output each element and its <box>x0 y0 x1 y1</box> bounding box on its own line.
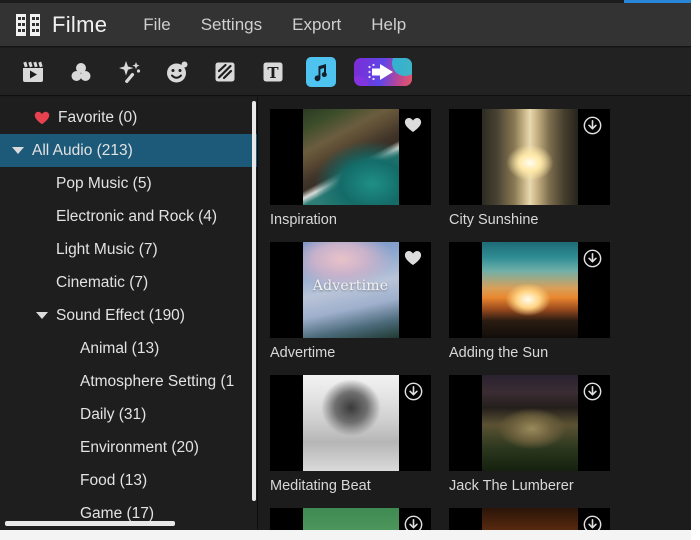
thumbnail-artwork <box>303 508 399 530</box>
audio-card-title: Meditating Beat <box>270 478 431 494</box>
audio-card-thumbnail[interactable] <box>270 508 431 530</box>
stickers-icon[interactable] <box>162 57 192 87</box>
favorite-heart-icon[interactable] <box>403 115 423 135</box>
sidebar-item-atmosphere-setting[interactable]: Atmosphere Setting (1 <box>0 365 257 398</box>
download-icon[interactable] <box>582 381 602 401</box>
sidebar-item-label: Daily (31) <box>80 406 146 424</box>
sidebar-item-animal[interactable]: Animal (13) <box>0 332 257 365</box>
window-right-edge <box>691 0 700 540</box>
audio-card-title: Adding the Sun <box>449 345 610 361</box>
download-icon[interactable] <box>582 115 602 135</box>
audio-card[interactable]: City Sunshine <box>449 109 610 228</box>
audio-card[interactable]: Meditating Beat <box>270 375 431 494</box>
audio-card-title: Jack The Lumberer <box>449 478 610 494</box>
filters-icon[interactable] <box>66 57 96 87</box>
download-icon[interactable] <box>403 381 423 401</box>
audio-card-title: City Sunshine <box>449 212 610 228</box>
audio-grid-panel[interactable]: Inspiration City Sun <box>258 97 691 530</box>
thumbnail-artwork <box>482 508 578 530</box>
audio-card-title: Inspiration <box>270 212 431 228</box>
menu-item-file[interactable]: File <box>143 15 170 35</box>
svg-text:T: T <box>267 64 279 82</box>
main-toolbar: T <box>0 48 691 96</box>
heart-icon <box>34 110 50 126</box>
audio-card-thumbnail[interactable] <box>449 375 610 471</box>
audio-card-thumbnail[interactable] <box>270 375 431 471</box>
audio-icon[interactable] <box>306 57 336 87</box>
thumbnail-artwork <box>303 375 399 471</box>
window-bottom-edge <box>0 530 700 540</box>
text-icon[interactable]: T <box>258 57 288 87</box>
audio-card[interactable]: Inspiration <box>270 109 431 228</box>
download-icon[interactable] <box>582 248 602 268</box>
sidebar-item-pop-music[interactable]: Pop Music (5) <box>0 167 257 200</box>
sidebar-item-label: All Audio (213) <box>32 142 133 160</box>
category-tree: Favorite (0) All Audio (213) Pop Music (… <box>0 97 257 530</box>
sidebar-item-food[interactable]: Food (13) <box>0 464 257 497</box>
audio-card[interactable]: Adding the Sun <box>449 242 610 361</box>
favorite-heart-icon[interactable] <box>403 248 423 268</box>
chevron-down-icon[interactable] <box>36 310 48 322</box>
audio-card-title: Advertime <box>270 345 431 361</box>
sidebar-item-all-audio[interactable]: All Audio (213) <box>0 134 257 167</box>
sidebar-horizontal-scrollbar[interactable] <box>5 521 175 526</box>
menu-item-export[interactable]: Export <box>292 15 341 35</box>
audio-card[interactable]: Jack The Lumberer <box>449 375 610 494</box>
audio-card-thumbnail[interactable] <box>270 109 431 205</box>
transitions-icon[interactable] <box>210 57 240 87</box>
audio-card-thumbnail[interactable] <box>449 508 610 530</box>
sidebar-item-label: Favorite (0) <box>58 109 137 127</box>
sidebar-item-label: Pop Music (5) <box>56 175 152 193</box>
sidebar-item-cinematic[interactable]: Cinematic (7) <box>0 266 257 299</box>
sidebar-item-electronic-and-rock[interactable]: Electronic and Rock (4) <box>0 200 257 233</box>
app-title: Filme <box>52 12 107 38</box>
media-icon[interactable] <box>18 57 48 87</box>
app-brand: Filme <box>16 12 107 38</box>
sidebar-vertical-scrollbar[interactable] <box>252 101 256 501</box>
sidebar-item-favorite[interactable]: Favorite (0) <box>0 101 257 134</box>
thumbnail-artwork <box>303 109 399 205</box>
thumbnail-artwork <box>482 375 578 471</box>
audio-card[interactable]: Advertime <box>270 242 431 361</box>
thumbnail-artwork <box>303 242 399 338</box>
sidebar-item-label: Electronic and Rock (4) <box>56 208 217 226</box>
workspace: Favorite (0) All Audio (213) Pop Music (… <box>0 97 691 530</box>
sidebar-item-daily[interactable]: Daily (31) <box>0 398 257 431</box>
film-strip-icon <box>16 14 42 36</box>
menu-items: File Settings Export Help <box>143 15 406 35</box>
audio-card-grid: Inspiration City Sun <box>270 109 691 530</box>
sidebar-item-environment[interactable]: Environment (20) <box>0 431 257 464</box>
sidebar-item-label: Animal (13) <box>80 340 159 358</box>
thumbnail-artwork <box>482 109 578 205</box>
audio-card[interactable] <box>449 508 610 530</box>
filme-window: Filme File Settings Export Help <box>0 0 700 540</box>
chevron-down-icon[interactable] <box>12 145 24 157</box>
sidebar-item-light-music[interactable]: Light Music (7) <box>0 233 257 266</box>
download-icon[interactable] <box>582 514 602 530</box>
menu-bar: Filme File Settings Export Help <box>0 3 691 47</box>
download-icon[interactable] <box>403 514 423 530</box>
sidebar-item-label: Food (13) <box>80 472 147 490</box>
sidebar-item-label: Sound Effect (190) <box>56 307 185 325</box>
category-sidebar: Favorite (0) All Audio (213) Pop Music (… <box>0 97 258 530</box>
audio-card-thumbnail[interactable] <box>270 242 431 338</box>
menu-item-help[interactable]: Help <box>371 15 406 35</box>
sidebar-item-label: Environment (20) <box>80 439 199 457</box>
sidebar-item-label: Cinematic (7) <box>56 274 148 292</box>
thumbnail-artwork <box>482 242 578 338</box>
audio-card-thumbnail[interactable] <box>449 109 610 205</box>
sidebar-item-label: Light Music (7) <box>56 241 158 259</box>
audio-card-thumbnail[interactable] <box>449 242 610 338</box>
sidebar-item-sound-effect[interactable]: Sound Effect (190) <box>0 299 257 332</box>
audio-card[interactable] <box>270 508 431 530</box>
sidebar-item-label: Atmosphere Setting (1 <box>80 373 234 391</box>
sidebar-item-label: Game (17) <box>80 505 154 523</box>
menu-item-settings[interactable]: Settings <box>201 15 262 35</box>
effects-icon[interactable] <box>114 57 144 87</box>
speed-ramp-icon[interactable] <box>354 58 412 86</box>
